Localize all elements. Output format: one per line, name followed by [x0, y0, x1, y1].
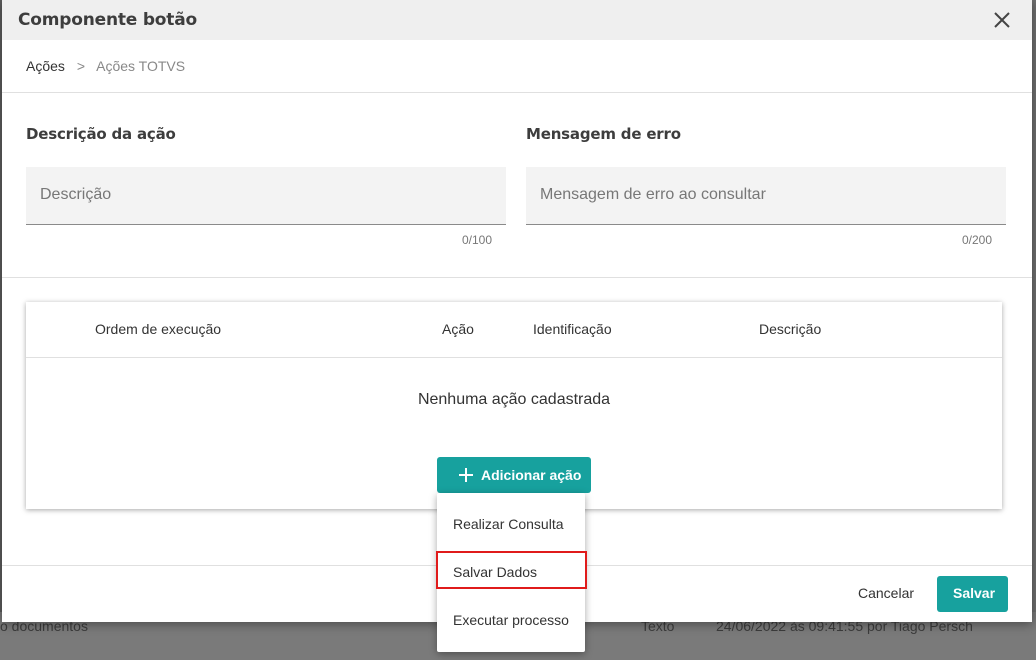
menu-item-label: Executar processo	[453, 612, 569, 628]
column-header-identification[interactable]: Identificação	[533, 321, 612, 337]
description-field[interactable]	[26, 167, 506, 225]
header-divider	[2, 92, 1032, 93]
plus-icon	[459, 468, 473, 482]
save-button[interactable]: Salvar	[937, 576, 1008, 612]
menu-item-label: Salvar Dados	[453, 564, 538, 580]
add-action-menu: Realizar Consulta Salvar Dados Executar …	[437, 493, 585, 652]
dialog-header: Componente botão	[2, 0, 1032, 40]
breadcrumb-separator: >	[76, 58, 85, 74]
description-label: Descrição da ação	[26, 125, 176, 143]
save-label: Salvar	[953, 585, 996, 601]
dialog-title: Componente botão	[18, 10, 197, 30]
description-counter: 0/100	[462, 233, 493, 247]
breadcrumb-item-actions[interactable]: Ações	[26, 58, 65, 74]
error-message-label: Mensagem de erro	[526, 125, 681, 143]
menu-item-label: Realizar Consulta	[453, 516, 564, 532]
table-header-divider	[26, 357, 1002, 358]
menu-item-realizar-consulta[interactable]: Realizar Consulta	[437, 504, 585, 544]
close-icon	[994, 12, 1010, 28]
error-message-input[interactable]	[538, 185, 974, 205]
menu-item-salvar-dados[interactable]: Salvar Dados	[437, 552, 585, 592]
description-input[interactable]	[38, 185, 474, 205]
add-action-label: Adicionar ação	[481, 467, 582, 483]
close-button[interactable]	[990, 8, 1014, 32]
error-message-counter: 0/200	[962, 233, 993, 247]
form-divider	[2, 277, 1032, 278]
cancel-button[interactable]: Cancelar	[846, 576, 926, 612]
add-action-button[interactable]: Adicionar ação	[437, 457, 591, 493]
column-header-description[interactable]: Descrição	[759, 321, 821, 337]
cancel-label: Cancelar	[858, 585, 915, 601]
column-header-execution-order[interactable]: Ordem de execução	[95, 321, 221, 337]
breadcrumb: Ações > Ações TOTVS	[26, 58, 185, 74]
breadcrumb-item-totvs-actions: Ações TOTVS	[96, 58, 186, 74]
column-header-action[interactable]: Ação	[442, 321, 474, 337]
error-message-field[interactable]	[526, 167, 1006, 225]
menu-item-executar-processo[interactable]: Executar processo	[437, 600, 585, 640]
empty-table-message: Nenhuma ação cadastrada	[417, 391, 611, 408]
